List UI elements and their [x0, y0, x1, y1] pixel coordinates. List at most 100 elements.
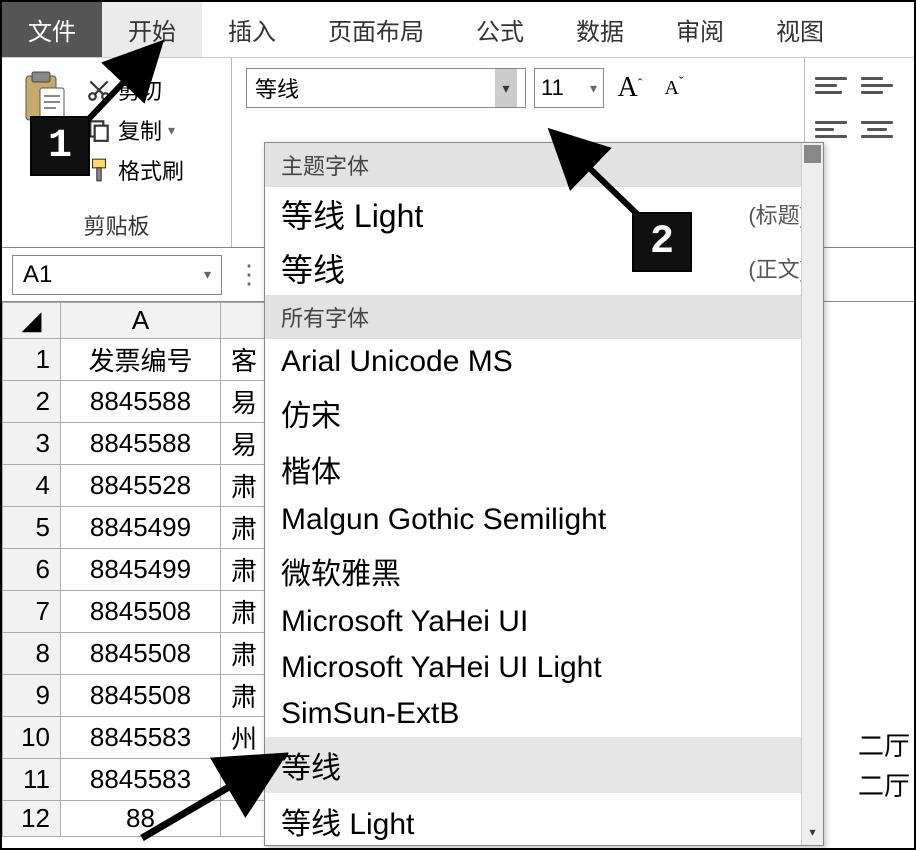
table-row[interactable]: 68845499肃 [3, 549, 291, 591]
ribbon-tabs: 文件 开始 插入 页面布局 公式 数据 审阅 视图 [2, 2, 914, 58]
font-option-name: 等线 Light [281, 191, 423, 237]
chevron-down-icon[interactable]: ▾ [495, 69, 517, 107]
cell[interactable]: 8845499 [61, 507, 221, 549]
font-option[interactable]: 等线 Light [265, 793, 823, 846]
tab-page-layout[interactable]: 页面布局 [302, 2, 450, 57]
table-row[interactable]: 118845583州 [3, 759, 291, 801]
font-option-name: 等线 [281, 245, 345, 291]
font-option[interactable]: 仿宋 [265, 385, 823, 441]
font-dropdown-panel: 主题字体 等线 Light (标题) 等线 (正文) 所有字体 Arial Unico… [264, 142, 824, 846]
table-row[interactable]: 98845508肃 [3, 675, 291, 717]
scissors-icon [86, 77, 112, 103]
tab-review[interactable]: 审阅 [650, 2, 750, 57]
cell[interactable]: 8845583 [61, 759, 221, 801]
dropdown-section-all: 所有字体 [265, 295, 823, 339]
name-box[interactable]: A1 ▾ [12, 255, 222, 295]
cell[interactable]: 8845588 [61, 381, 221, 423]
font-option[interactable]: 等线 [265, 737, 823, 793]
font-option[interactable]: SimSun-ExtB [265, 691, 823, 737]
fx-expand-icon[interactable]: ⋮ [236, 259, 266, 290]
dropdown-section-theme: 主题字体 [265, 143, 823, 187]
callout-step-1: 1 [30, 116, 90, 176]
cell[interactable]: 8845508 [61, 675, 221, 717]
decrease-font-icon: Aˇ [664, 77, 683, 100]
font-option[interactable]: 等线 (正文) [265, 241, 823, 295]
cell[interactable]: 发票编号 [61, 339, 221, 381]
tab-file[interactable]: 文件 [2, 2, 102, 57]
font-name-dropdown[interactable]: 等线 ▾ [246, 68, 526, 108]
row-header[interactable]: 1 [3, 339, 61, 381]
font-option[interactable]: Arial Unicode MS [265, 339, 823, 385]
copy-button[interactable]: 复制 ▾ [86, 114, 184, 146]
row-header[interactable]: 3 [3, 423, 61, 465]
font-option-hint: (标题) [748, 198, 807, 230]
cell[interactable]: 8845588 [61, 423, 221, 465]
name-box-value: A1 [23, 261, 52, 289]
cell[interactable]: 8845583 [61, 717, 221, 759]
table-row[interactable]: 1发票编号客 [3, 339, 291, 381]
align-left-button[interactable] [811, 112, 851, 146]
row-header[interactable]: 9 [3, 675, 61, 717]
font-option[interactable]: 楷体 [265, 441, 823, 497]
cell[interactable]: 88 [61, 801, 221, 837]
align-center-button[interactable] [857, 112, 897, 146]
increase-font-icon: Aˆ [618, 72, 643, 104]
cell[interactable]: 8845508 [61, 591, 221, 633]
clipboard-group-label: 剪贴板 [2, 209, 231, 241]
cell[interactable]: 8845508 [61, 633, 221, 675]
table-row[interactable]: 108845583州 [3, 717, 291, 759]
row-header[interactable]: 10 [3, 717, 61, 759]
select-all-corner[interactable]: ◢ [3, 303, 61, 339]
tab-view[interactable]: 视图 [750, 2, 850, 57]
callout-step-2: 2 [632, 212, 692, 272]
font-option[interactable]: Microsoft YaHei UI Light [265, 645, 823, 691]
format-painter-button[interactable]: 格式刷 [86, 154, 184, 186]
scroll-thumb[interactable] [804, 145, 821, 163]
font-option[interactable]: Malgun Gothic Semilight [265, 497, 823, 543]
copy-label: 复制 [118, 114, 162, 146]
chevron-down-icon[interactable]: ▾ [590, 80, 597, 97]
cut-label: 剪切 [118, 74, 162, 106]
font-size-value: 11 [541, 75, 564, 101]
table-row[interactable]: 48845528肃 [3, 465, 291, 507]
tab-home[interactable]: 开始 [102, 2, 202, 57]
font-option[interactable]: Microsoft YaHei UI [265, 599, 823, 645]
dropdown-scrollbar[interactable]: ▴ ▾ [801, 143, 823, 845]
row-header[interactable]: 12 [3, 801, 61, 837]
cell[interactable]: 8845499 [61, 549, 221, 591]
row-header[interactable]: 7 [3, 591, 61, 633]
table-row[interactable]: 78845508肃 [3, 591, 291, 633]
chevron-down-icon[interactable]: ▾ [168, 122, 175, 139]
table-row[interactable]: 58845499肃 [3, 507, 291, 549]
font-option[interactable]: 微软雅黑 [265, 543, 823, 599]
row-header[interactable]: 4 [3, 465, 61, 507]
tab-data[interactable]: 数据 [550, 2, 650, 57]
align-middle-button[interactable] [857, 68, 897, 102]
table-row[interactable]: 38845588易 [3, 423, 291, 465]
row-header[interactable]: 5 [3, 507, 61, 549]
cell[interactable]: 8845528 [61, 465, 221, 507]
format-painter-label: 格式刷 [118, 154, 184, 186]
font-size-dropdown[interactable]: 11 ▾ [534, 68, 604, 108]
increase-font-size-button[interactable]: Aˆ [612, 68, 648, 108]
decrease-font-size-button[interactable]: Aˇ [656, 68, 692, 108]
chevron-down-icon[interactable]: ▾ [204, 266, 211, 283]
row-header[interactable]: 2 [3, 381, 61, 423]
row-header[interactable]: 8 [3, 633, 61, 675]
spreadsheet-grid[interactable]: ◢ A 1发票编号客28845588易38845588易48845528肃588… [2, 302, 291, 837]
row-header[interactable]: 6 [3, 549, 61, 591]
table-row[interactable]: 28845588易 [3, 381, 291, 423]
tab-formulas[interactable]: 公式 [450, 2, 550, 57]
tab-insert[interactable]: 插入 [202, 2, 302, 57]
partial-right-cells: 二厅 二厅 [858, 726, 910, 806]
row-header[interactable]: 11 [3, 759, 61, 801]
font-name-value: 等线 [255, 72, 299, 104]
scroll-down-icon[interactable]: ▾ [802, 825, 823, 845]
font-option-hint: (正文) [748, 252, 807, 284]
table-row[interactable]: 1288 [3, 801, 291, 837]
cut-button[interactable]: 剪切 [86, 74, 184, 106]
font-option[interactable]: 等线 Light (标题) [265, 187, 823, 241]
column-header-a[interactable]: A [61, 303, 221, 339]
align-top-button[interactable] [811, 68, 851, 102]
table-row[interactable]: 88845508肃 [3, 633, 291, 675]
